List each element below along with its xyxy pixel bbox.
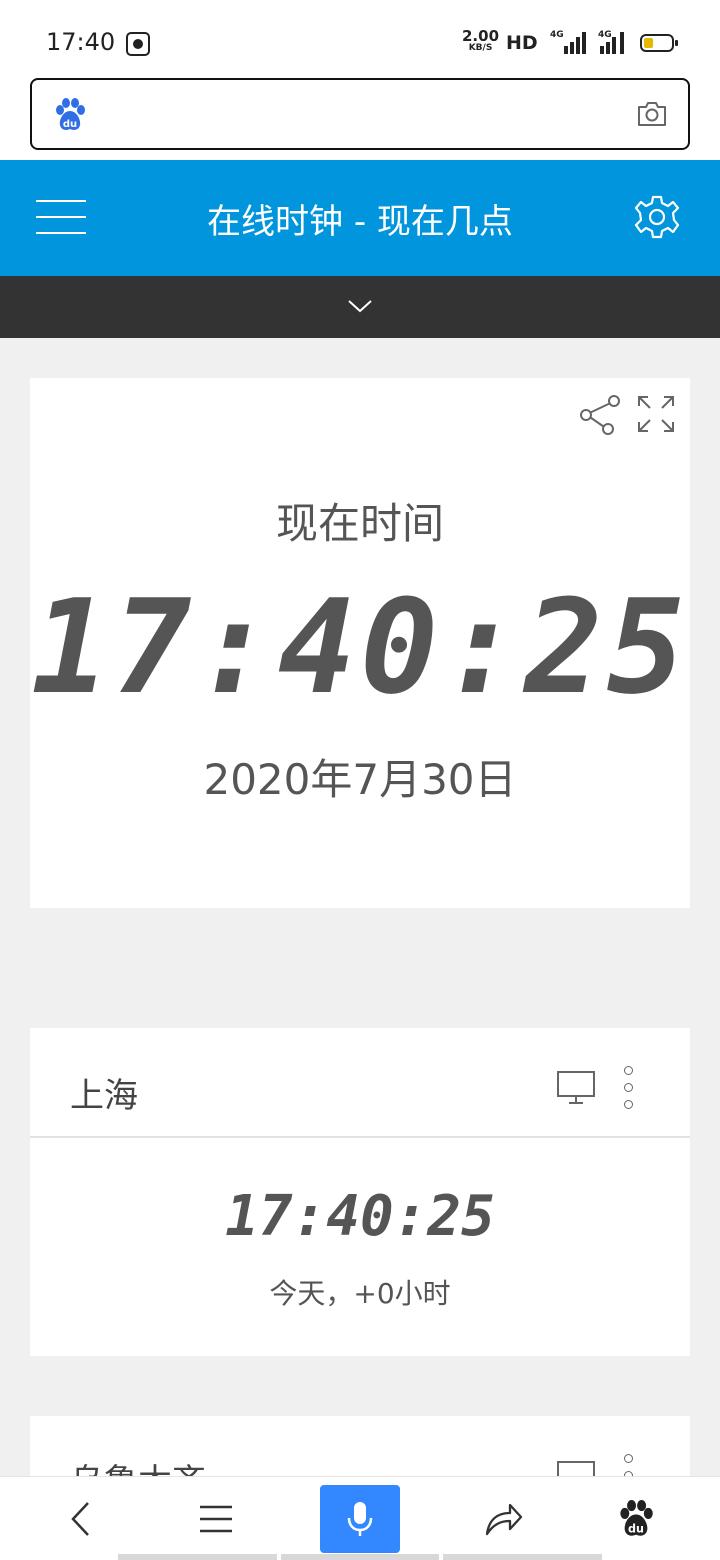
menu-icon bbox=[200, 1505, 232, 1533]
main-clock-date: 2020年7月30日 bbox=[203, 755, 517, 804]
battery-icon bbox=[640, 34, 678, 52]
baidu-home-button[interactable]: du bbox=[596, 1477, 676, 1560]
fullscreen-icon[interactable] bbox=[636, 394, 676, 434]
back-icon bbox=[71, 1502, 89, 1536]
page-title: 在线时钟 - 现在几点 bbox=[207, 202, 513, 242]
signal-icon-sim1: 4G bbox=[550, 30, 586, 54]
baidu-notification-icon bbox=[126, 32, 150, 56]
search-bar: du bbox=[0, 78, 720, 160]
baidu-paw-icon: du bbox=[620, 1500, 653, 1536]
more-options-icon[interactable] bbox=[620, 1064, 636, 1112]
baidu-paw-icon: du bbox=[56, 98, 85, 130]
hd-voice-icon: HD bbox=[506, 32, 538, 54]
gear-icon[interactable] bbox=[634, 194, 680, 240]
signal-icon-sim2: 4G bbox=[598, 30, 634, 54]
main-clock-card: 现在时间 17:40:25 2020年7月30日 bbox=[30, 378, 690, 908]
main-clock-time: 17:40:25 bbox=[30, 571, 690, 723]
status-bar: 17:40 2.00 KB/S HD 4G 4G bbox=[0, 0, 720, 78]
app-header: 在线时钟 - 现在几点 bbox=[0, 160, 720, 276]
divider bbox=[30, 1136, 690, 1138]
svg-text:du: du bbox=[63, 119, 77, 130]
voice-search-button[interactable] bbox=[320, 1485, 400, 1553]
screen: 17:40 2.00 KB/S HD 4G 4G du 在线时钟 - 现在几点 … bbox=[0, 0, 720, 1560]
bottom-navigation: du bbox=[0, 1476, 720, 1560]
expand-bar[interactable] bbox=[0, 276, 720, 338]
share-icon bbox=[485, 1503, 523, 1536]
signal-label-sim2: 4G bbox=[598, 30, 612, 40]
mic-icon bbox=[347, 1502, 373, 1536]
chevron-down-icon[interactable] bbox=[346, 294, 374, 318]
network-speed: 2.00 KB/S bbox=[462, 27, 500, 54]
search-input[interactable]: du bbox=[30, 78, 690, 150]
network-speed-value: 2.00 bbox=[462, 27, 500, 45]
status-time: 17:40 bbox=[46, 28, 116, 56]
city-clock-time: 17:40:25 bbox=[225, 1184, 495, 1249]
home-indicator bbox=[118, 1554, 603, 1560]
city-name: 上海 bbox=[70, 1076, 138, 1116]
camera-icon[interactable] bbox=[636, 100, 668, 128]
share-icon[interactable] bbox=[578, 394, 622, 436]
signal-label-sim1: 4G bbox=[550, 30, 564, 40]
city-clock-card: 上海 17:40:25 今天，+0小时 bbox=[30, 1028, 690, 1356]
current-time-label: 现在时间 bbox=[275, 499, 444, 548]
svg-text:du: du bbox=[628, 1522, 644, 1535]
monitor-icon[interactable] bbox=[556, 1070, 596, 1106]
menu-button[interactable] bbox=[176, 1477, 256, 1560]
back-button[interactable] bbox=[40, 1477, 120, 1560]
city-time-offset: 今天，+0小时 bbox=[269, 1277, 451, 1310]
share-button[interactable] bbox=[464, 1477, 544, 1560]
